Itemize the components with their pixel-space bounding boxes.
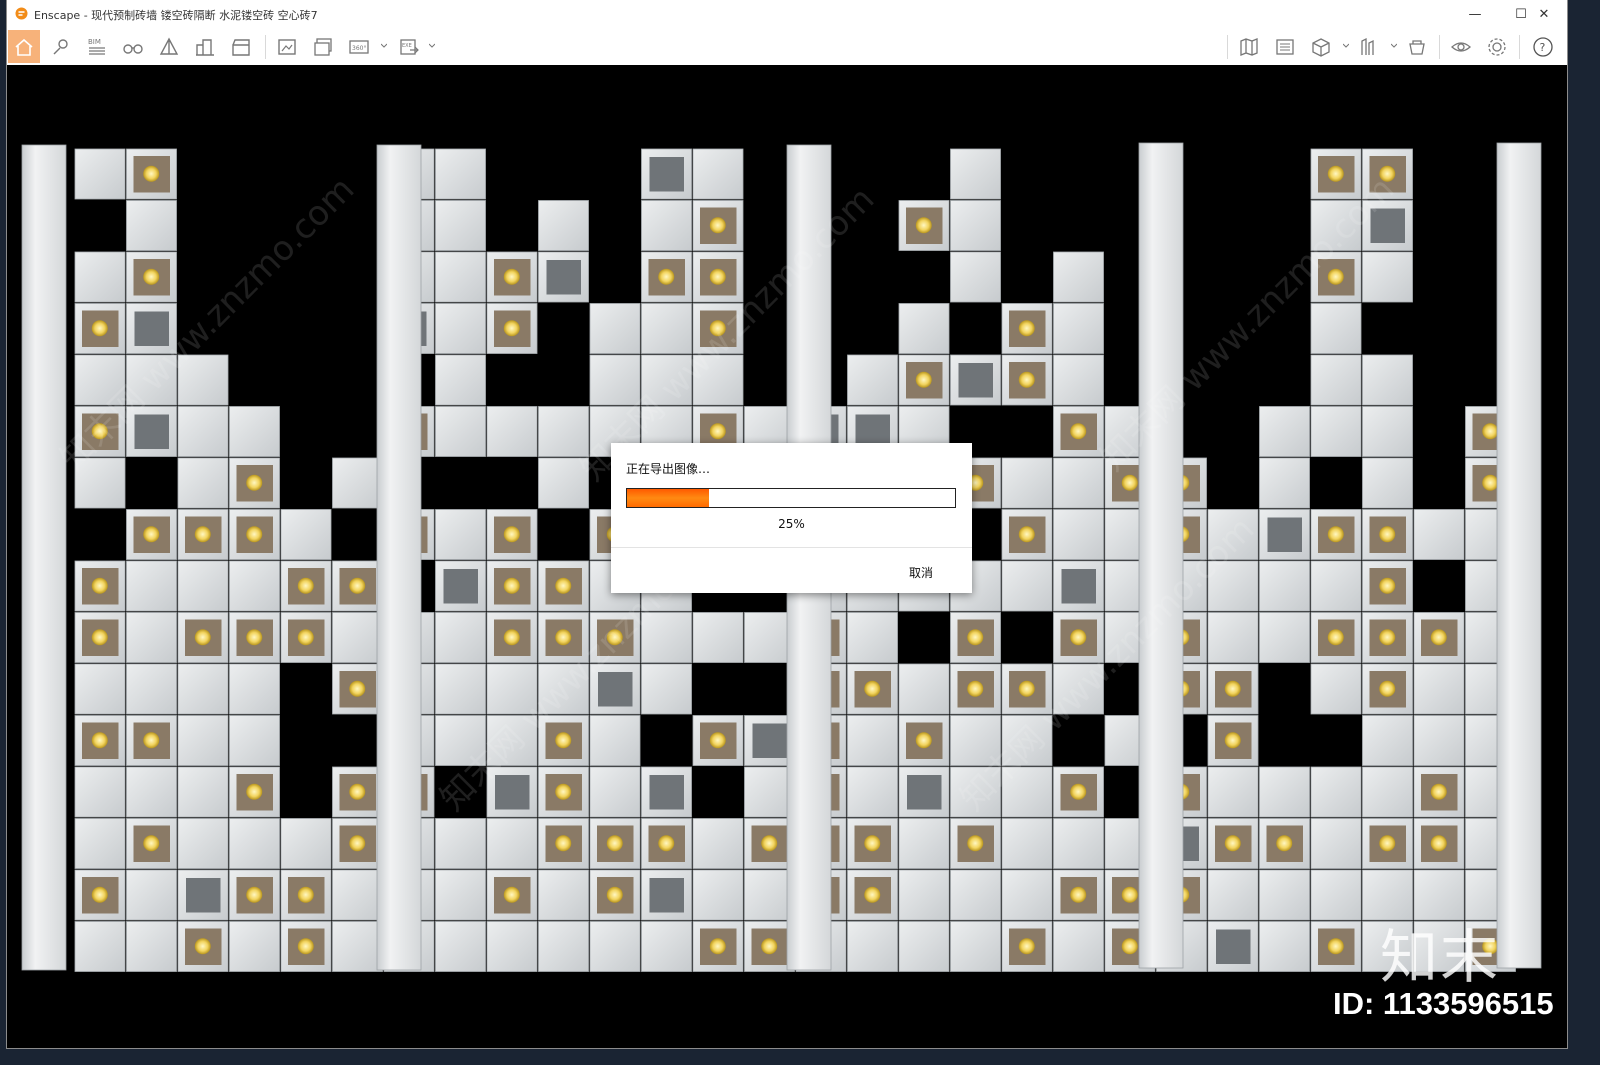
svg-text:BIM: BIM bbox=[88, 38, 101, 46]
buildings-button[interactable] bbox=[189, 30, 221, 63]
close-button[interactable]: ✕ bbox=[1521, 0, 1567, 28]
views-icon bbox=[53, 38, 68, 54]
home-button[interactable] bbox=[8, 30, 40, 63]
toolbar-separator bbox=[1439, 35, 1440, 59]
cube-icon bbox=[1312, 37, 1330, 57]
clapper-icon bbox=[232, 38, 250, 56]
asset-library-button[interactable] bbox=[1401, 30, 1433, 63]
perspective-icon bbox=[159, 37, 179, 55]
dialog-title: 正在导出图像… bbox=[626, 462, 711, 476]
enscape-logo-icon bbox=[15, 7, 28, 20]
asset-library-icon bbox=[1409, 39, 1425, 55]
help-button[interactable]: ? bbox=[1527, 30, 1559, 63]
svg-text:EXE: EXE bbox=[402, 43, 412, 49]
screenshot-icon bbox=[278, 38, 296, 55]
bim-button[interactable]: BIM bbox=[81, 30, 113, 63]
export-exe-icon: EXE bbox=[400, 38, 419, 55]
visual-settings-button[interactable] bbox=[1445, 30, 1477, 63]
progress-percent: 25% bbox=[778, 517, 805, 531]
watermark-id: ID: 1133596515 bbox=[1333, 986, 1554, 1021]
settings-icon bbox=[1488, 37, 1506, 56]
map-icon bbox=[1240, 37, 1258, 56]
toolbar-separator bbox=[1519, 35, 1520, 59]
archive-button[interactable] bbox=[1269, 30, 1301, 63]
settings-button[interactable] bbox=[1481, 30, 1513, 63]
title-bar: Enscape - 现代预制砖墙 镂空砖隔断 水泥镂空砖 空心砖7 — ☐ ✕ bbox=[7, 0, 1567, 28]
chevron-down-icon[interactable] bbox=[429, 43, 435, 49]
watermark-logo: 知末 bbox=[1380, 923, 1501, 991]
minimize-button[interactable]: — bbox=[1452, 0, 1498, 28]
help-icon: ? bbox=[1533, 36, 1553, 57]
panorama-button[interactable]: 360° bbox=[343, 30, 375, 63]
window-title: Enscape - 现代预制砖墙 镂空砖隔断 水泥镂空砖 空心砖7 bbox=[34, 9, 318, 22]
chevron-down-icon[interactable] bbox=[1391, 43, 1397, 49]
batch-render-icon bbox=[314, 37, 332, 56]
cancel-button[interactable]: 取消 bbox=[909, 564, 933, 581]
binoculars-button[interactable] bbox=[117, 30, 149, 63]
toolbar: BIM 360° EXE ? bbox=[7, 28, 1567, 89]
map-button[interactable] bbox=[1233, 30, 1265, 63]
export-progress-bar bbox=[626, 488, 956, 508]
progress-fill bbox=[627, 489, 709, 507]
svg-text:360°: 360° bbox=[352, 45, 366, 52]
export-progress-dialog: 正在导出图像… 25% 取消 bbox=[611, 443, 972, 593]
dialog-divider bbox=[611, 547, 972, 548]
ruler-button[interactable] bbox=[1353, 30, 1385, 63]
export-exe-button[interactable]: EXE bbox=[393, 30, 425, 63]
enscape-window: Enscape - 现代预制砖墙 镂空砖隔断 水泥镂空砖 空心砖7 — ☐ ✕ … bbox=[7, 0, 1567, 1048]
panorama-icon: 360° bbox=[349, 39, 369, 54]
video-editor-button[interactable] bbox=[225, 30, 257, 63]
chevron-down-icon[interactable] bbox=[1343, 43, 1349, 49]
binoculars-icon bbox=[123, 43, 143, 54]
batch-render-button[interactable] bbox=[307, 30, 339, 63]
toolbar-separator bbox=[265, 35, 266, 59]
chevron-down-icon[interactable] bbox=[381, 43, 387, 49]
visual-settings-icon bbox=[1451, 41, 1471, 52]
buildings-icon bbox=[196, 38, 214, 56]
svg-text:?: ? bbox=[1540, 41, 1546, 54]
bim-icon: BIM bbox=[88, 38, 105, 55]
screenshot-button[interactable] bbox=[271, 30, 303, 63]
home-icon bbox=[15, 38, 33, 56]
toolbar-separator bbox=[1227, 35, 1228, 59]
perspective-button[interactable] bbox=[153, 30, 185, 63]
views-button[interactable] bbox=[45, 30, 77, 63]
archive-icon bbox=[1276, 38, 1294, 55]
ruler-icon bbox=[1361, 37, 1374, 55]
cube-button[interactable] bbox=[1305, 30, 1337, 63]
